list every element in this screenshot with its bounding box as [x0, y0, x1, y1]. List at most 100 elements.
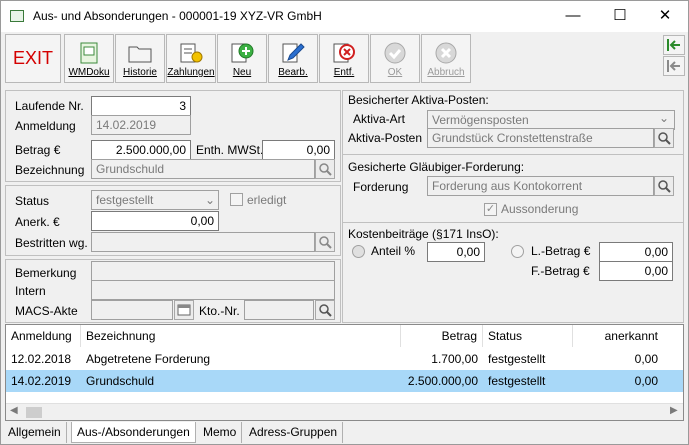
delete-icon	[333, 43, 355, 63]
scroll-thumb[interactable]	[26, 407, 42, 418]
table-row[interactable]: 12.02.2018 Abgetretene Forderung 1.700,0…	[6, 348, 683, 370]
cell-betrag: 1.700,00	[431, 352, 478, 366]
aktiva-art-label: Aktiva-Art	[353, 112, 406, 126]
column-header-status[interactable]: Status	[483, 325, 573, 347]
anteil-field[interactable]: 0,00	[427, 242, 485, 262]
neu-button[interactable]: Neu	[217, 34, 267, 83]
historie-button[interactable]: Historie	[115, 34, 165, 83]
bezeichnung-field[interactable]: Grundschuld	[91, 159, 315, 179]
erledigt-checkbox[interactable]	[230, 193, 243, 206]
anteil-radio[interactable]	[352, 245, 365, 258]
bemerkung-field[interactable]	[91, 261, 335, 281]
column-header-bezeichnung[interactable]: Bezeichnung	[81, 325, 401, 347]
horizontal-scrollbar[interactable]: ◀ ▶	[6, 403, 683, 420]
kto-nr-search-button[interactable]	[315, 300, 335, 320]
exit-button[interactable]: EXIT	[5, 34, 61, 83]
magnifier-icon	[319, 163, 332, 176]
intern-label: Intern	[15, 284, 46, 298]
maximize-button[interactable]: ☐	[597, 1, 643, 32]
bestritten-lookup-button[interactable]	[315, 232, 335, 252]
zahlungen-button[interactable]: Zahlungen	[166, 34, 216, 83]
add-icon	[231, 43, 254, 63]
betrag-field[interactable]: 2.500.000,00	[91, 140, 191, 160]
tab-allgemein[interactable]: Allgemein	[3, 422, 67, 443]
table-row-selected[interactable]: 14.02.2019 Grundschuld 2.500.000,00 fest…	[6, 370, 683, 392]
toolbar: EXIT WMDoku Historie Zahlungen Neu Bearb…	[1, 32, 688, 85]
glaeubiger-title: Gesicherte Gläubiger-Forderung:	[348, 160, 525, 174]
cell-anmeldung: 12.02.2018	[11, 352, 72, 366]
entf-button[interactable]: Entf.	[319, 34, 369, 83]
anmeldung-field[interactable]: 14.02.2019	[91, 115, 191, 135]
document-icon	[80, 42, 98, 64]
last-record-button[interactable]	[663, 56, 685, 76]
chevron-down-icon: ⌄	[659, 111, 670, 125]
tab-memo[interactable]: Memo	[198, 422, 243, 443]
lbetrag-field[interactable]: 0,00	[599, 242, 673, 262]
aktiva-art-select[interactable]: Vermögensposten	[427, 110, 675, 130]
cell-anmeldung: 14.02.2019	[11, 374, 72, 388]
bearb-label: Bearb.	[278, 67, 308, 78]
intern-field[interactable]	[91, 280, 335, 300]
zahlungen-label: Zahlungen	[167, 67, 215, 78]
wmdoku-button[interactable]: WMDoku	[64, 34, 114, 83]
laufende-nr-field[interactable]: 3	[91, 96, 191, 116]
abbruch-button[interactable]: Abbruch	[421, 34, 471, 83]
anerk-label: Anerk. €	[15, 215, 60, 229]
macs-akte-field[interactable]	[91, 300, 173, 320]
arrow-right-icon	[667, 39, 680, 51]
calendar-icon	[177, 304, 191, 316]
column-header-anmeldung[interactable]: Anmeldung	[6, 325, 81, 347]
fbetrag-field[interactable]: 0,00	[599, 261, 673, 281]
ok-button[interactable]: OK	[370, 34, 420, 83]
forderung-search-button[interactable]	[654, 176, 674, 196]
general-panel: Laufende Nr. 3 Anmeldung 14.02.2019 Betr…	[5, 90, 341, 182]
first-record-button[interactable]	[663, 35, 685, 55]
cell-status: festgestellt	[488, 374, 546, 388]
cell-anerkannt: 0,00	[634, 374, 658, 388]
bezeichnung-lookup-button[interactable]	[315, 159, 335, 179]
cancel-icon	[435, 42, 457, 64]
tab-bar: Allgemein Aus-/Absonderungen Memo Adress…	[1, 422, 688, 444]
aktiva-posten-label: Aktiva-Posten	[348, 131, 423, 145]
fbetrag-label: F.-Betrag €	[531, 264, 590, 278]
scroll-right-icon[interactable]: ▶	[670, 405, 678, 416]
aussonderung-label: Aussonderung	[501, 202, 579, 216]
bestritten-field[interactable]	[91, 232, 315, 252]
cell-bezeichnung: Grundschuld	[86, 374, 155, 388]
status-panel: Status festgestellt ⌄ erledigt Anerk. € …	[5, 185, 341, 256]
column-header-betrag[interactable]: Betrag	[401, 325, 483, 347]
search-icon	[658, 132, 671, 145]
wmdoku-label: WMDoku	[68, 67, 110, 78]
forderung-label: Forderung	[353, 180, 409, 194]
aktiva-posten-field[interactable]: Grundstück Cronstettenstraße	[427, 128, 654, 148]
mwst-field[interactable]: 0,00	[262, 140, 335, 160]
status-select[interactable]: festgestellt	[91, 190, 219, 210]
app-icon	[10, 10, 24, 22]
absonderungen-table: Anmeldung Bezeichnung Betrag Status aner…	[5, 324, 684, 421]
search-icon	[319, 304, 332, 317]
column-header-anerkannt[interactable]: anerkannt	[573, 325, 663, 347]
calendar-button[interactable]	[174, 300, 194, 320]
bestritten-label: Bestritten wg.	[15, 236, 88, 250]
forderung-field[interactable]: Forderung aus Kontokorrent	[427, 176, 654, 196]
close-button[interactable]: ✕	[642, 1, 688, 32]
anerk-field[interactable]: 0,00	[91, 211, 219, 231]
security-panel: Besicherter Aktiva-Posten: Aktiva-Art Ve…	[342, 90, 684, 323]
minimize-button[interactable]: —	[550, 1, 596, 32]
scroll-left-icon[interactable]: ◀	[10, 405, 18, 416]
entf-label: Entf.	[333, 67, 355, 78]
tab-adress-gruppen[interactable]: Adress-Gruppen	[244, 422, 344, 443]
aktiva-posten-search-button[interactable]	[654, 128, 674, 148]
bearb-button[interactable]: Bearb.	[268, 34, 318, 83]
cell-betrag: 2.500.000,00	[407, 374, 478, 388]
divider	[343, 222, 683, 223]
aussonderung-checkbox[interactable]: ✓	[484, 203, 497, 216]
neu-label: Neu	[232, 67, 252, 78]
check-icon	[384, 42, 406, 64]
ok-label: OK	[387, 67, 403, 78]
cell-status: festgestellt	[488, 352, 546, 366]
kto-nr-field[interactable]	[244, 300, 314, 320]
tab-aus-absonderungen[interactable]: Aus-/Absonderungen	[71, 422, 196, 443]
main-window: Aus- und Absonderungen - 000001-19 XYZ-V…	[0, 0, 689, 445]
lbetrag-radio[interactable]	[511, 245, 524, 258]
